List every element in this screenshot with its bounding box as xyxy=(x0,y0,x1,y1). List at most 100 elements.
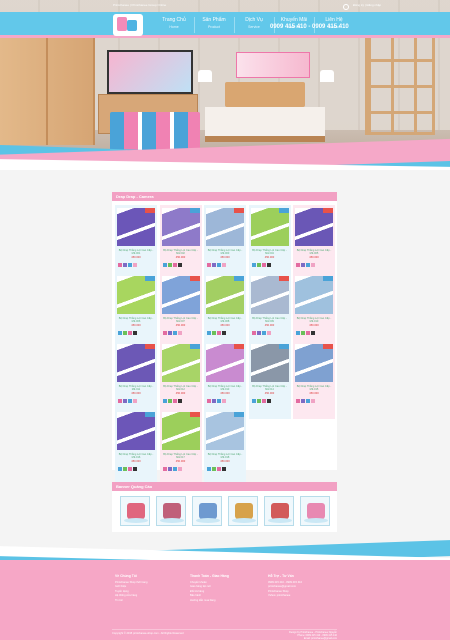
product-name[interactable]: Bộ Drap Thắng Lợi Cao Cấp - Mã 014 xyxy=(251,385,289,391)
product-card[interactable]: Bộ Drap Thắng Lợi Cao Cấp - Mã 007 450.00… xyxy=(159,273,202,351)
product-image[interactable] xyxy=(117,208,155,246)
product-image[interactable] xyxy=(295,276,333,314)
color-swatch[interactable] xyxy=(172,399,177,403)
product-name[interactable]: Bộ Drap Thắng Lợi Cao Cấp - Mã 001 xyxy=(117,249,155,255)
color-swatch[interactable] xyxy=(207,399,211,403)
banner-item[interactable] xyxy=(120,496,150,526)
product-image[interactable] xyxy=(206,208,244,246)
product-card[interactable]: Bộ Drap Thắng Lợi Cao Cấp - Mã 004 450.00… xyxy=(248,205,291,283)
color-swatch[interactable] xyxy=(123,331,127,335)
color-swatch[interactable] xyxy=(306,399,310,403)
color-swatch[interactable] xyxy=(301,399,305,403)
product-image[interactable] xyxy=(161,276,200,314)
color-swatch[interactable] xyxy=(266,399,271,403)
color-swatch[interactable] xyxy=(251,399,256,403)
color-swatch[interactable] xyxy=(212,467,216,471)
product-card[interactable]: Bộ Drap Thắng Lợi Cao Cấp - Mã 012 450.00… xyxy=(159,341,202,419)
color-swatch[interactable] xyxy=(128,399,132,403)
product-card[interactable]: Bộ Drap Thắng Lợi Cao Cấp - Mã 009 450.00… xyxy=(248,273,291,351)
product-image[interactable] xyxy=(117,344,155,382)
color-swatch[interactable] xyxy=(133,399,137,403)
color-swatch[interactable] xyxy=(128,467,132,471)
nav-home[interactable]: Trang Chủ Home xyxy=(155,15,193,35)
product-name[interactable]: Bộ Drap Thắng Lợi Cao Cấp - Mã 006 xyxy=(117,317,155,323)
product-image[interactable] xyxy=(250,208,289,246)
footer-link[interactable]: Tin tức xyxy=(115,599,185,603)
account-links[interactable]: Đăng ký | Đăng nhập xyxy=(353,3,381,7)
product-card[interactable]: Bộ Drap Thắng Lợi Cao Cấp - Mã 005 450.00… xyxy=(293,205,335,283)
product-image[interactable] xyxy=(295,344,333,382)
color-swatch[interactable] xyxy=(266,331,271,335)
logo[interactable] xyxy=(113,14,143,36)
color-swatch[interactable] xyxy=(162,399,167,403)
color-swatch[interactable] xyxy=(217,263,221,267)
color-swatch[interactable] xyxy=(123,263,127,267)
color-swatch[interactable] xyxy=(162,331,167,335)
color-swatch[interactable] xyxy=(167,399,172,403)
product-name[interactable]: Bộ Drap Thắng Lợi Cao Cấp - Mã 013 xyxy=(206,385,244,391)
color-swatch[interactable] xyxy=(172,467,177,471)
product-card[interactable]: Bộ Drap Thắng Lợi Cao Cấp - Mã 003 450.00… xyxy=(204,205,246,283)
product-card[interactable]: Bộ Drap Thắng Lợi Cao Cấp - Mã 006 450.00… xyxy=(115,273,157,351)
color-swatch[interactable] xyxy=(311,263,315,267)
color-swatch[interactable] xyxy=(128,331,132,335)
product-name[interactable]: Bộ Drap Thắng Lợi Cao Cấp - Mã 002 xyxy=(162,249,200,255)
color-swatch[interactable] xyxy=(133,467,137,471)
product-name[interactable]: Bộ Drap Thắng Lợi Cao Cấp - Mã 011 xyxy=(117,385,155,391)
color-swatch[interactable] xyxy=(261,263,266,267)
product-name[interactable]: Bộ Drap Thắng Lợi Cao Cấp - Mã 003 xyxy=(206,249,244,255)
product-image[interactable] xyxy=(117,276,155,314)
color-swatch[interactable] xyxy=(212,399,216,403)
color-swatch[interactable] xyxy=(118,467,122,471)
color-swatch[interactable] xyxy=(212,331,216,335)
product-card[interactable]: Bộ Drap Thắng Lợi Cao Cấp - Mã 016 450.00… xyxy=(115,409,157,487)
product-image[interactable] xyxy=(206,276,244,314)
color-swatch[interactable] xyxy=(311,399,315,403)
product-name[interactable]: Bộ Drap Thắng Lợi Cao Cấp - Mã 017 xyxy=(162,453,200,459)
product-card[interactable]: Bộ Drap Thắng Lợi Cao Cấp - Mã 011 450.00… xyxy=(115,341,157,419)
product-image[interactable] xyxy=(161,412,200,450)
product-card[interactable]: Bộ Drap Thắng Lợi Cao Cấp - Mã 002 450.00… xyxy=(159,205,202,283)
color-swatch[interactable] xyxy=(217,467,221,471)
color-swatch[interactable] xyxy=(212,263,216,267)
banner-item[interactable] xyxy=(264,496,294,526)
product-card[interactable]: Bộ Drap Thắng Lợi Cao Cấp - Mã 001 450.00… xyxy=(115,205,157,283)
search-icon[interactable] xyxy=(343,4,349,10)
color-swatch[interactable] xyxy=(162,467,167,471)
product-card[interactable]: Bộ Drap Thắng Lợi Cao Cấp - Mã 014 450.00… xyxy=(248,341,291,419)
color-swatch[interactable] xyxy=(123,399,127,403)
product-image[interactable] xyxy=(206,344,244,382)
product-card[interactable]: Bộ Drap Thắng Lợi Cao Cấp - Mã 013 450.00… xyxy=(204,341,246,419)
color-swatch[interactable] xyxy=(207,467,211,471)
color-swatch[interactable] xyxy=(222,331,226,335)
product-name[interactable]: Bộ Drap Thắng Lợi Cao Cấp - Mã 009 xyxy=(251,317,289,323)
color-swatch[interactable] xyxy=(222,467,226,471)
product-card[interactable]: Bộ Drap Thắng Lợi Cao Cấp - Mã 015 450.00… xyxy=(293,341,335,419)
banner-item[interactable] xyxy=(228,496,258,526)
color-swatch[interactable] xyxy=(306,263,310,267)
color-swatch[interactable] xyxy=(261,331,266,335)
product-name[interactable]: Bộ Drap Thắng Lợi Cao Cấp - Mã 004 xyxy=(251,249,289,255)
color-swatch[interactable] xyxy=(306,331,310,335)
banner-item[interactable] xyxy=(192,496,222,526)
color-swatch[interactable] xyxy=(172,263,177,267)
color-swatch[interactable] xyxy=(162,263,167,267)
product-image[interactable] xyxy=(161,344,200,382)
product-card[interactable]: Bộ Drap Thắng Lợi Cao Cấp - Mã 017 450.00… xyxy=(159,409,202,487)
product-image[interactable] xyxy=(295,208,333,246)
product-name[interactable]: Bộ Drap Thắng Lợi Cao Cấp - Mã 016 xyxy=(117,453,155,459)
color-swatch[interactable] xyxy=(217,331,221,335)
nav-products[interactable]: Sản Phẩm Product xyxy=(195,15,233,35)
color-swatch[interactable] xyxy=(266,263,271,267)
nav-service[interactable]: Dịch Vụ Service xyxy=(235,15,273,35)
color-swatch[interactable] xyxy=(296,399,300,403)
color-swatch[interactable] xyxy=(133,263,137,267)
color-swatch[interactable] xyxy=(177,263,182,267)
color-swatch[interactable] xyxy=(261,399,266,403)
product-image[interactable] xyxy=(206,412,244,450)
color-swatch[interactable] xyxy=(207,331,211,335)
color-swatch[interactable] xyxy=(296,331,300,335)
color-swatch[interactable] xyxy=(177,467,182,471)
product-name[interactable]: Bộ Drap Thắng Lợi Cao Cấp - Mã 010 xyxy=(295,317,333,323)
color-swatch[interactable] xyxy=(222,263,226,267)
